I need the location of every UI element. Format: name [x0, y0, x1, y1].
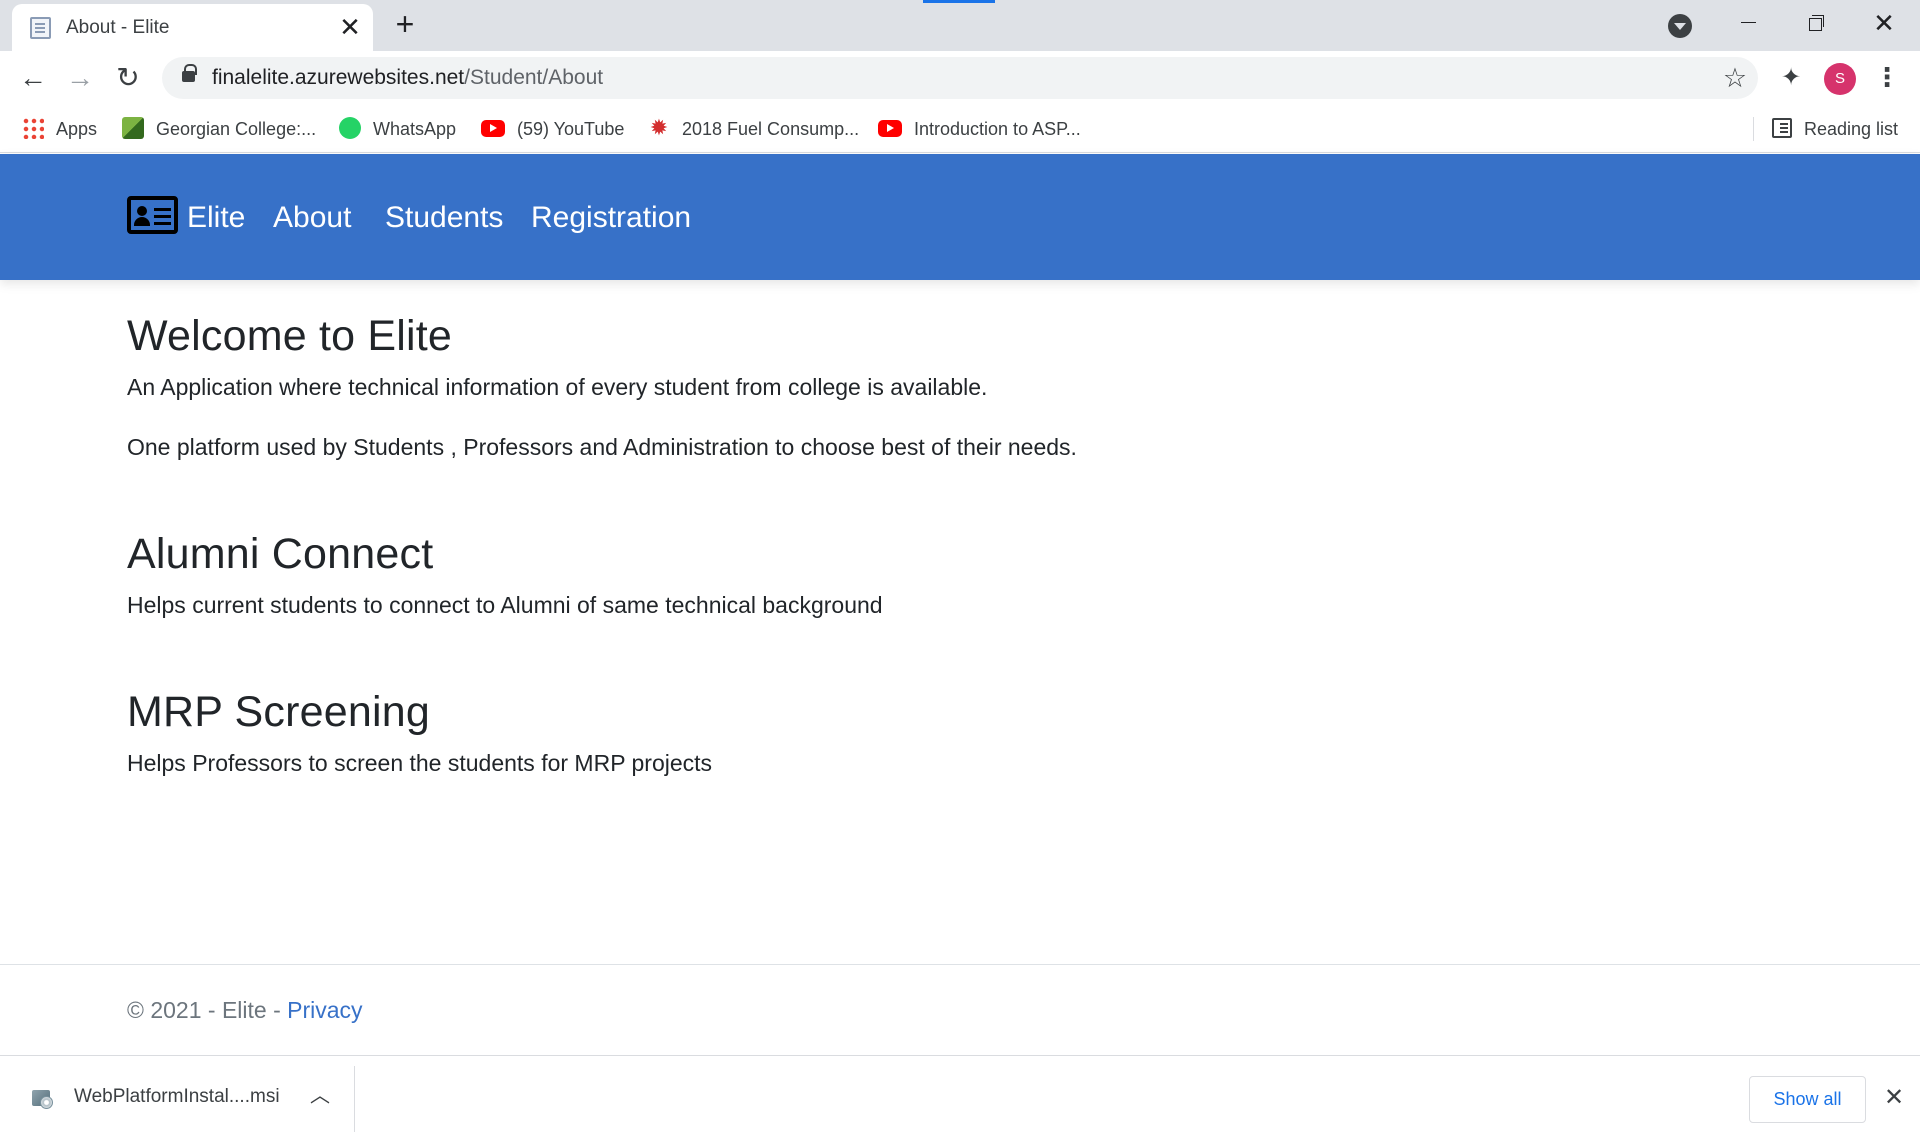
id-card-icon — [127, 196, 178, 234]
forward-arrow-icon[interactable]: → — [63, 61, 97, 95]
minimize-window-button[interactable] — [1727, 8, 1767, 38]
download-separator — [354, 1066, 355, 1132]
georgian-college-icon — [122, 117, 144, 140]
bookmark-label: (59) YouTube — [517, 119, 625, 139]
bookmark-label: Introduction to ASP... — [914, 119, 1081, 139]
brand-name: Elite — [187, 201, 246, 234]
tab-close-icon[interactable]: ✕ — [336, 13, 364, 41]
apps-grid-icon — [22, 117, 44, 140]
privacy-link[interactable]: Privacy — [287, 997, 362, 1023]
alumni-description: Helps current students to connect to Alu… — [127, 592, 883, 618]
bookmark-label: WhatsApp — [373, 119, 457, 139]
address-bar[interactable]: finalelite.azurewebsites.net/Student/Abo… — [162, 57, 1758, 99]
page-favicon-icon — [30, 17, 51, 39]
download-shelf: WebPlatformInstal....msi ︿ Show all ✕ — [0, 1055, 1920, 1140]
tab-search-icon[interactable] — [1668, 14, 1692, 38]
address-url[interactable]: finalelite.azurewebsites.net/Student/Abo… — [212, 66, 603, 90]
close-download-shelf-icon[interactable]: ✕ — [1879, 1083, 1909, 1113]
bookmark-label: Apps — [56, 119, 98, 139]
site-navbar: Elite About Students Registration — [0, 154, 1920, 280]
new-tab-button[interactable]: + — [388, 8, 422, 42]
browser-tab-active[interactable]: About - Elite ✕ — [12, 4, 373, 51]
footer-copyright: © 2021 - Elite - Privacy — [127, 997, 363, 1024]
bookmarks-bar: Apps Georgian College:... WhatsApp (59) … — [0, 105, 1920, 153]
reading-list-label: Reading list — [1804, 119, 1899, 139]
msi-installer-icon — [30, 1086, 54, 1110]
bookmark-georgian-college[interactable]: Georgian College:... — [122, 114, 316, 144]
canada-maple-leaf-icon: ✹ — [649, 115, 669, 141]
download-file-name[interactable]: WebPlatformInstal....msi — [74, 1086, 280, 1108]
chevron-up-icon[interactable]: ︿ — [306, 1082, 334, 1110]
browser-menu-icon[interactable]: ⋮ — [1872, 63, 1902, 93]
tab-strip: About - Elite ✕ + ✕ — [0, 0, 1920, 51]
youtube-icon — [878, 119, 902, 137]
tab-title: About - Elite — [66, 17, 170, 38]
reading-list-button[interactable]: Reading list — [1772, 114, 1898, 144]
mrp-heading: MRP Screening — [127, 688, 430, 736]
welcome-heading: Welcome to Elite — [127, 312, 453, 360]
close-window-button[interactable]: ✕ — [1864, 8, 1904, 38]
nav-link-registration[interactable]: Registration — [531, 198, 691, 238]
bookmark-label: 2018 Fuel Consump... — [682, 119, 860, 139]
loading-indicator — [923, 0, 995, 3]
bookmark-apps[interactable]: Apps — [22, 114, 97, 144]
copyright-text: © 2021 - Elite - — [127, 997, 288, 1023]
url-path: /Student/About — [464, 66, 604, 89]
lock-icon[interactable] — [182, 64, 197, 82]
restore-window-button[interactable] — [1796, 8, 1836, 38]
browser-toolbar: ← → ↻ finalelite.azurewebsites.net/Stude… — [0, 51, 1920, 105]
welcome-paragraph-2: One platform used by Students , Professo… — [127, 434, 1077, 460]
reading-list-icon — [1772, 118, 1792, 139]
bookmark-whatsapp[interactable]: WhatsApp — [339, 114, 456, 144]
back-arrow-icon[interactable]: ← — [16, 61, 50, 95]
nav-link-about[interactable]: About — [273, 198, 351, 238]
url-host: finalelite.azurewebsites.net — [212, 66, 465, 89]
profile-avatar[interactable]: S — [1824, 63, 1856, 95]
reload-icon[interactable]: ↻ — [111, 61, 145, 95]
bookmark-label: Georgian College:... — [156, 119, 317, 139]
show-all-downloads-button[interactable]: Show all — [1749, 1076, 1866, 1123]
alumni-heading: Alumni Connect — [127, 530, 434, 578]
mrp-description: Helps Professors to screen the students … — [127, 750, 713, 776]
bookmark-youtube[interactable]: (59) YouTube — [481, 114, 624, 144]
welcome-paragraph-1: An Application where technical informati… — [127, 374, 988, 400]
bookmark-star-icon[interactable]: ☆ — [1718, 61, 1752, 95]
youtube-icon — [481, 119, 505, 137]
bookmark-introduction-asp[interactable]: Introduction to ASP... — [878, 114, 1081, 144]
extensions-puzzle-icon[interactable]: ✦ — [1776, 63, 1806, 93]
bookmark-fuel-consumption[interactable]: ✹ 2018 Fuel Consump... — [648, 114, 859, 144]
site-footer: © 2021 - Elite - Privacy — [0, 964, 1920, 1055]
whatsapp-icon — [339, 117, 361, 140]
nav-link-students[interactable]: Students — [385, 198, 503, 238]
bookmarks-divider — [1753, 117, 1754, 141]
